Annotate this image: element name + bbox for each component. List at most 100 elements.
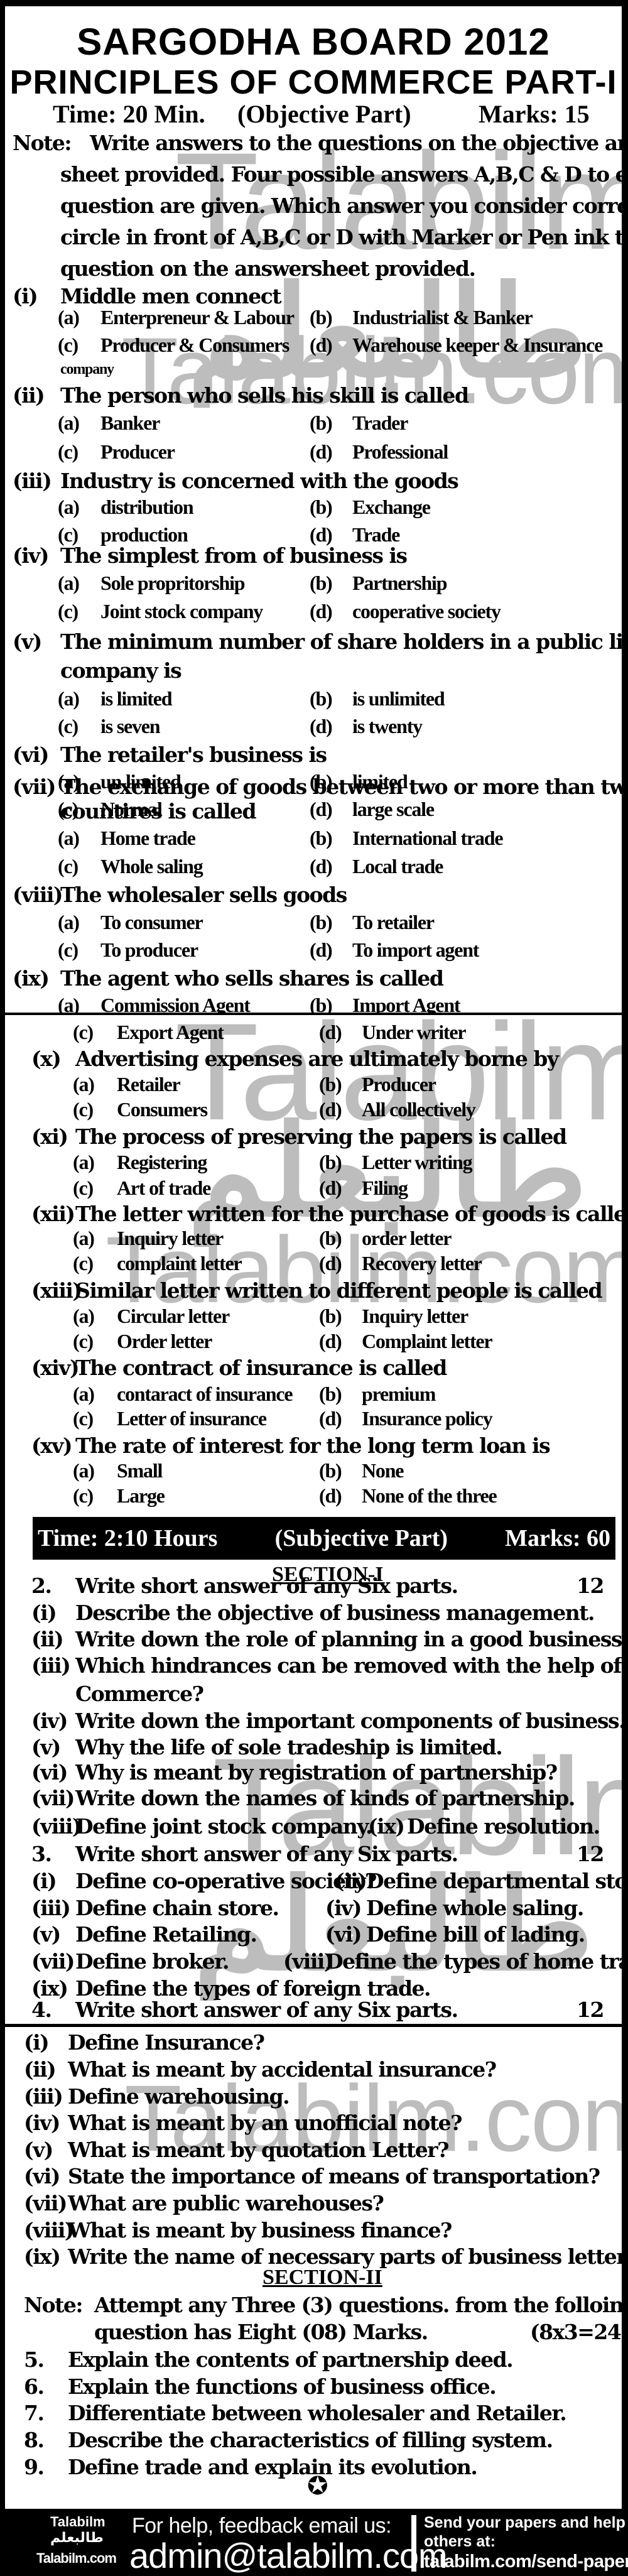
option-a[interactable]: is limited <box>100 687 173 710</box>
option-a[interactable]: To consumer <box>100 911 203 934</box>
option-c[interactable]: Whole saling <box>100 855 203 878</box>
sub-question-text: What is meant by quotation Letter? <box>68 2138 449 2162</box>
option-d[interactable]: To import agent <box>352 938 479 962</box>
option-label: (d) <box>310 938 333 961</box>
section-2-note-label: Note: <box>24 2293 84 2317</box>
option-label: (d) <box>319 1407 342 1430</box>
sub-question-text: Define whole saling. <box>366 1896 584 1920</box>
question-text: The agent who sells shares is called <box>60 966 444 991</box>
option-a[interactable]: Inquiry letter <box>117 1227 224 1250</box>
option-d[interactable]: Insurance policy <box>362 1407 493 1430</box>
sub-question-text: What is meant by business finance? <box>68 2218 452 2242</box>
option-c[interactable]: To producer <box>100 938 198 962</box>
footer-send-link[interactable]: talabilm.com/send-papers <box>424 2552 628 2572</box>
option-b[interactable]: To retailer <box>352 911 435 934</box>
option-a[interactable]: distribution <box>100 496 194 519</box>
option-c[interactable]: Joint stock company <box>100 600 263 623</box>
sub-question-text: Define Retailing. <box>75 1922 257 1947</box>
option-d[interactable]: Filing <box>362 1177 408 1200</box>
option-a[interactable]: Commission Agent <box>100 994 251 1013</box>
option-c[interactable]: Art of trade <box>117 1177 211 1200</box>
sub-question-number: (vi) <box>31 1760 68 1785</box>
footer-logo-text: Talabilm <box>50 2514 106 2530</box>
option-c[interactable]: Consumers <box>117 1098 208 1121</box>
option-a[interactable]: Retailer <box>117 1073 181 1096</box>
question-text: company is <box>60 658 182 683</box>
option-d[interactable]: cooperative society <box>352 600 501 623</box>
option-label: (b) <box>319 1227 342 1249</box>
question-text: The rate of interest for the long term l… <box>75 1433 551 1458</box>
option-c[interactable]: Large <box>117 1484 165 1508</box>
option-d[interactable]: None of the three <box>362 1484 497 1508</box>
option-label: (c) <box>58 855 78 878</box>
sub-question-number: (vi) <box>24 2164 60 2188</box>
option-b[interactable]: International trade <box>352 827 504 850</box>
footer-divider <box>411 2515 416 2572</box>
sub-question-number: (viii) <box>24 2218 75 2242</box>
option-label: (d) <box>310 715 333 737</box>
footer-send-text: Send your papers and help <box>424 2514 625 2531</box>
option-d[interactable]: Under writer <box>362 1021 467 1044</box>
question-number: (viii) <box>13 883 63 907</box>
option-b[interactable]: Producer <box>362 1073 436 1096</box>
option-b[interactable]: Letter writing <box>362 1151 473 1174</box>
option-b[interactable]: Exchange <box>352 496 431 519</box>
option-b[interactable]: premium <box>362 1383 436 1406</box>
question-text: Write short answer of any Six parts. <box>75 1842 458 1866</box>
question-text: Advertising expenses are ultimately born… <box>75 1046 559 1071</box>
option-d[interactable]: All collectively <box>362 1098 476 1121</box>
option-b[interactable]: order letter <box>362 1227 452 1250</box>
option-label: (a) <box>73 1459 95 1482</box>
option-label: (d) <box>310 798 333 820</box>
option-a[interactable]: Circular letter <box>117 1305 230 1328</box>
sub-question-text: Define chain store. <box>75 1896 279 1920</box>
sub-question-number: (vii) <box>24 2191 67 2215</box>
option-a[interactable]: contaract of insurance <box>117 1383 293 1406</box>
sub-question-text: Write down the names of kinds of partner… <box>75 1786 575 1810</box>
option-a[interactable]: Small <box>117 1459 163 1482</box>
option-d[interactable]: Complaint letter <box>362 1330 493 1353</box>
option-c[interactable]: Producer & Consumers <box>100 334 290 357</box>
option-label: (c) <box>73 1407 94 1430</box>
option-c[interactable]: Producer <box>100 440 175 464</box>
option-b[interactable]: Partnership <box>352 572 448 595</box>
option-d[interactable]: large scale <box>352 798 435 821</box>
option-c[interactable]: Letter of insurance <box>117 1407 267 1430</box>
option-b[interactable]: Trader <box>352 411 408 435</box>
option-b[interactable]: Inquiry letter <box>362 1305 468 1328</box>
option-b[interactable]: is unlimited <box>352 687 445 710</box>
question-number: (xv) <box>31 1433 73 1458</box>
option-a[interactable]: Home trade <box>100 827 196 850</box>
option-a[interactable]: Banker <box>100 411 160 435</box>
option-b[interactable]: Import Agent <box>352 994 461 1013</box>
objective-marks: Marks: 15 <box>479 100 590 128</box>
option-label: (d) <box>310 600 333 622</box>
option-b[interactable]: Industrialist & Banker <box>352 306 533 329</box>
option-a[interactable]: Enterpreneur & Labour <box>100 306 295 329</box>
footer-logo-arabic: طالبعلم <box>50 2530 104 2546</box>
footer-email-link[interactable]: admin@talabilm.com <box>129 2535 448 2576</box>
option-c[interactable]: is seven <box>100 715 161 738</box>
question-number: (xii) <box>31 1202 75 1226</box>
option-c[interactable]: Export Agent <box>117 1021 224 1044</box>
sub-question-text: What are public warehouses? <box>68 2191 384 2215</box>
option-a[interactable]: Sole propritorship <box>100 572 246 595</box>
option-d[interactable]: Professional <box>352 440 448 464</box>
sub-question-number: (ii) <box>335 1869 367 1893</box>
option-b[interactable]: None <box>362 1459 404 1482</box>
option-d[interactable]: Warehouse keeper & Insurance <box>352 334 603 357</box>
long-question-number: 5. <box>24 2347 45 2372</box>
option-d[interactable]: Local trade <box>352 855 443 878</box>
note-line: Write answers to the questions on the ob… <box>90 131 622 155</box>
option-c[interactable]: complaint letter <box>117 1252 242 1275</box>
option-c[interactable]: Order letter <box>117 1330 212 1353</box>
option-d[interactable]: Recovery letter <box>362 1252 482 1275</box>
option-label: (a) <box>73 1227 95 1249</box>
question-text: The person who sells his skill is called <box>60 383 469 408</box>
option-label: (a) <box>73 1383 95 1405</box>
section-2-title: SECTION-II <box>263 2266 382 2289</box>
sub-question-text: Define departmental store. <box>366 1869 622 1893</box>
option-d[interactable]: is twenty <box>352 715 423 738</box>
option-a[interactable]: Registering <box>117 1151 207 1174</box>
option-label: (a) <box>58 572 80 594</box>
